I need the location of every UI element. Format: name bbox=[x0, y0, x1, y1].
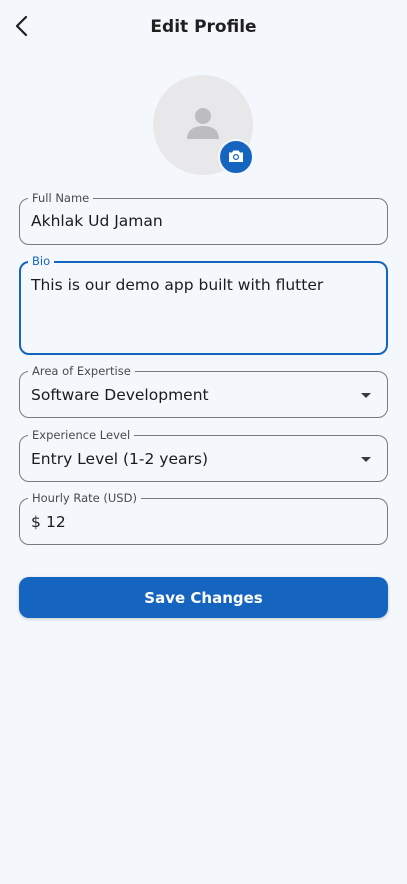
experience-level-dropdown[interactable]: Experience Level Entry Level (1-2 years) bbox=[19, 428, 388, 482]
dropdown-arrow-icon bbox=[361, 392, 371, 398]
area-of-expertise-label: Area of Expertise bbox=[28, 364, 135, 378]
bio-value: This is our demo app built with flutter bbox=[31, 276, 324, 294]
person-icon bbox=[183, 103, 223, 147]
app-bar: Edit Profile bbox=[0, 0, 407, 56]
change-photo-button[interactable] bbox=[218, 139, 254, 175]
bio-label: Bio bbox=[28, 254, 55, 268]
dropdown-arrow-icon bbox=[361, 456, 371, 462]
area-of-expertise-dropdown[interactable]: Area of Expertise Software Development bbox=[19, 364, 388, 418]
full-name-label: Full Name bbox=[28, 191, 94, 205]
area-of-expertise-value: Software Development bbox=[31, 386, 209, 404]
experience-level-label: Experience Level bbox=[28, 428, 135, 442]
bio-field[interactable]: Bio This is our demo app built with flut… bbox=[19, 254, 388, 355]
full-name-value: Akhlak Ud Jaman bbox=[31, 212, 163, 230]
save-changes-button[interactable]: Save Changes bbox=[19, 577, 388, 618]
experience-level-value: Entry Level (1-2 years) bbox=[31, 450, 209, 468]
full-name-field[interactable]: Full Name Akhlak Ud Jaman bbox=[19, 191, 388, 245]
camera-icon bbox=[228, 148, 244, 167]
page-title: Edit Profile bbox=[150, 17, 257, 37]
currency-prefix: $ bbox=[31, 513, 41, 531]
hourly-rate-label: Hourly Rate (USD) bbox=[28, 491, 141, 505]
avatar-container bbox=[153, 75, 254, 175]
hourly-rate-field[interactable]: Hourly Rate (USD) $ 12 bbox=[19, 491, 388, 545]
hourly-rate-value: 12 bbox=[46, 513, 66, 531]
